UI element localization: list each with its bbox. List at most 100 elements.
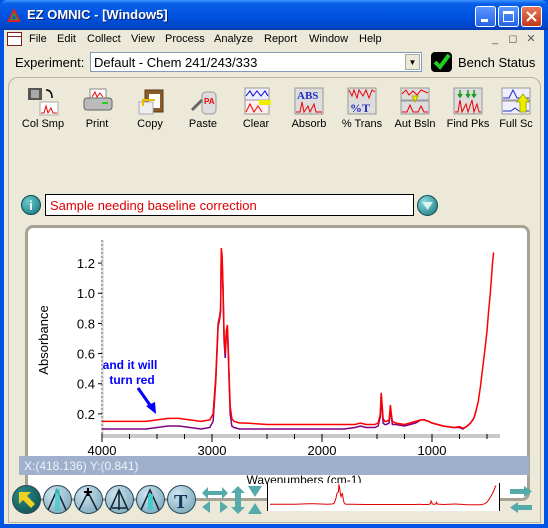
- mdi-close-button[interactable]: ✕: [524, 32, 538, 46]
- mdi-restore-button[interactable]: ◻: [506, 32, 520, 46]
- peak-area-tool-button[interactable]: [105, 485, 134, 514]
- menu-help[interactable]: Help: [359, 33, 382, 45]
- percent-trans-label: % Trans: [341, 118, 383, 130]
- printer-icon: [83, 88, 113, 111]
- info-icon[interactable]: i: [21, 195, 41, 215]
- collect-sample-icon: [28, 88, 59, 116]
- chevron-down-icon: [422, 202, 433, 210]
- svg-text:%T: %T: [350, 101, 370, 115]
- shrink-vertical-icon[interactable]: [247, 485, 263, 515]
- cursor-coordinates: X:(418.136) Y:(0.841): [24, 459, 139, 473]
- paste-label: Paste: [188, 118, 218, 130]
- annotation-line1: and it will: [103, 358, 158, 372]
- svg-text:T: T: [174, 491, 188, 513]
- menu-file[interactable]: File: [29, 33, 47, 45]
- menu-analyze[interactable]: Analyze: [214, 33, 253, 45]
- spectrum-title-field[interactable]: Sample needing baseline correction: [45, 194, 414, 216]
- region-tool-button[interactable]: [43, 485, 72, 514]
- menu-report[interactable]: Report: [264, 33, 297, 45]
- svg-text:ABS: ABS: [297, 90, 318, 102]
- x-axis-band: [102, 434, 500, 438]
- full-scale-icon: [501, 87, 531, 115]
- scroll-left-icon[interactable]: [508, 501, 534, 514]
- percent-transmittance-icon: %T: [347, 87, 377, 115]
- annotation-arrow-icon: [136, 387, 156, 414]
- peak-region-icon: [140, 488, 160, 511]
- spectrum-panel: Col Smp Print Copy PA Paste Clear ABS Ab…: [8, 77, 541, 523]
- peak-height-tool-button[interactable]: [74, 485, 103, 514]
- annotation-line2: turn red: [109, 373, 154, 387]
- select-arrow-icon: [19, 492, 35, 508]
- full-scale-label: Full Sc: [499, 118, 533, 130]
- maximize-button[interactable]: [498, 6, 519, 27]
- y-tick-label: 0.8: [77, 316, 95, 331]
- experiment-value: Default - Chem 241/243/333: [94, 55, 258, 70]
- copy-label: Copy: [137, 118, 163, 130]
- full-scale-button[interactable]: Full Sc: [493, 86, 539, 132]
- y-axis-band: [101, 240, 104, 436]
- experiment-bar: Experiment: Default - Chem 241/243/333 ▼…: [4, 49, 544, 76]
- expand-horizontal-icon[interactable]: [200, 485, 230, 515]
- scroll-right-icon[interactable]: [508, 485, 534, 498]
- bench-status-label[interactable]: Bench Status: [458, 55, 535, 70]
- minimize-button[interactable]: [475, 6, 496, 27]
- title-bar[interactable]: EZ OMNIC - [Window5]: [0, 0, 548, 30]
- app-logo-icon: [7, 8, 21, 22]
- y-tick-label: 1.2: [77, 256, 95, 271]
- spectrum-list-button[interactable]: [417, 195, 438, 216]
- col-smp-button[interactable]: Col Smp: [15, 86, 71, 132]
- paste-button[interactable]: PA Paste: [175, 86, 231, 132]
- cursor-status-bar: X:(418.136) Y:(0.841): [19, 456, 529, 475]
- peak-region-tool-button[interactable]: [136, 485, 165, 514]
- overview-spectrum: [270, 483, 497, 506]
- menu-view[interactable]: View: [131, 33, 155, 45]
- find-peaks-label: Find Pks: [446, 118, 490, 130]
- dropdown-arrow-icon[interactable]: ▼: [405, 54, 420, 70]
- y-tick-label: 0.6: [77, 347, 95, 362]
- menu-bar: File Edit Collect View Process Analyze R…: [4, 30, 544, 49]
- copy-icon: [138, 89, 164, 115]
- mdi-minimize-button[interactable]: _: [488, 32, 502, 46]
- y-tick-label: 1.0: [77, 286, 95, 301]
- menu-process[interactable]: Process: [165, 33, 205, 45]
- auto-baseline-button[interactable]: Aut Bsln: [387, 86, 443, 132]
- document-window-icon[interactable]: [7, 32, 22, 46]
- client-area: File Edit Collect View Process Analyze R…: [4, 30, 544, 524]
- auto-baseline-label: Aut Bsln: [394, 118, 436, 130]
- copy-button[interactable]: Copy: [122, 86, 178, 132]
- close-button[interactable]: [521, 6, 542, 27]
- bench-status-check-icon[interactable]: [431, 52, 452, 72]
- print-button[interactable]: Print: [69, 86, 125, 132]
- series-original-line: [102, 250, 477, 430]
- region-tool-icon: [47, 488, 67, 511]
- expand-vertical-icon[interactable]: [230, 485, 246, 515]
- menu-window[interactable]: Window: [309, 33, 348, 45]
- menu-collect[interactable]: Collect: [87, 33, 121, 45]
- clear-icon: [244, 87, 271, 115]
- clear-label: Clear: [242, 118, 270, 130]
- menu-edit[interactable]: Edit: [57, 33, 76, 45]
- select-tool-button[interactable]: [12, 485, 41, 514]
- experiment-label: Experiment:: [15, 55, 85, 70]
- col-smp-label: Col Smp: [21, 118, 65, 130]
- y-tick-label: 0.4: [77, 377, 95, 392]
- overview-plot[interactable]: [267, 483, 500, 511]
- absorbance-icon: ABS: [294, 87, 324, 115]
- text-tool-button[interactable]: T: [167, 485, 196, 514]
- clear-button[interactable]: Clear: [228, 86, 284, 132]
- print-label: Print: [85, 118, 109, 130]
- y-axis-label: Absorbance: [36, 305, 51, 374]
- text-annotation-icon: T: [174, 491, 188, 513]
- paste-icon: PA: [190, 91, 217, 115]
- find-peaks-icon: [453, 87, 483, 115]
- experiment-select[interactable]: Default - Chem 241/243/333 ▼: [90, 52, 422, 72]
- find-peaks-button[interactable]: Find Pks: [440, 86, 496, 132]
- y-tick-label: 0.2: [77, 407, 95, 422]
- percent-trans-button[interactable]: %T % Trans: [334, 86, 390, 132]
- overview-series-line: [270, 483, 497, 506]
- auto-baseline-icon: [400, 87, 430, 115]
- absorb-label: Absorb: [291, 118, 327, 130]
- absorb-button[interactable]: ABS Absorb: [281, 86, 337, 132]
- app-window: EZ OMNIC - [Window5] File Edit Collect V…: [0, 0, 548, 528]
- close-icon: [526, 11, 537, 22]
